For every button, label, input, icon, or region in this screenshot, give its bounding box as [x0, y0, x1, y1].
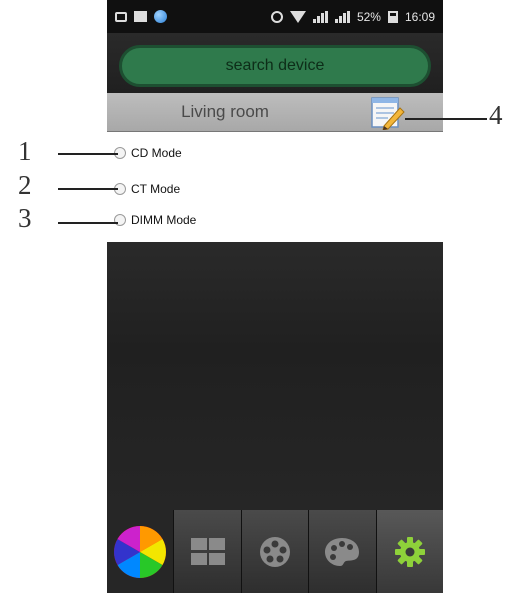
globe-icon	[154, 10, 167, 23]
callout-number: 4	[489, 100, 503, 130]
cd-mode-option[interactable]: CD Mode	[114, 142, 182, 164]
signal-icon	[312, 10, 328, 23]
tab-scenes[interactable]	[240, 510, 309, 593]
mode-label: CT Mode	[131, 182, 181, 196]
palette-icon	[325, 537, 360, 566]
signal-icon	[334, 10, 350, 23]
gear-icon	[394, 536, 425, 567]
callout-line	[58, 222, 118, 224]
callout-line	[405, 118, 487, 120]
alarm-icon	[270, 10, 283, 23]
battery-percent: 52%	[356, 9, 381, 24]
status-bar: 52% 16:09	[107, 0, 443, 33]
battery-icon	[387, 10, 398, 23]
mode-list: CD Mode CT Mode DIMM Mode	[107, 132, 443, 242]
bottom-tab-bar	[107, 510, 443, 593]
film-reel-icon	[260, 536, 291, 567]
wifi-icon	[289, 10, 306, 23]
clock: 16:09	[404, 9, 435, 24]
callout-line	[58, 188, 118, 190]
grid-icon	[190, 537, 225, 565]
content-area	[107, 242, 443, 510]
edit-notepad-icon[interactable]	[370, 96, 406, 130]
callout-line	[58, 153, 118, 155]
phone-screen: 52% 16:09 search device Living room CD M…	[107, 0, 443, 593]
tab-grid[interactable]	[173, 510, 241, 593]
image-icon	[134, 11, 147, 22]
tab-settings[interactable]	[375, 510, 443, 593]
color-wheel-icon	[114, 525, 167, 578]
radio-button[interactable]	[114, 214, 126, 226]
ct-mode-option[interactable]: CT Mode	[114, 178, 180, 200]
callout-number: 2	[18, 170, 32, 200]
search-device-button[interactable]: search device	[119, 45, 431, 87]
callout-number: 1	[18, 136, 32, 166]
mode-label: CD Mode	[131, 146, 182, 160]
room-title: Living room	[181, 102, 269, 121]
dimm-mode-option[interactable]: DIMM Mode	[114, 209, 196, 231]
callout-number: 3	[18, 203, 32, 233]
usb-icon	[115, 11, 127, 22]
tab-palette[interactable]	[308, 510, 376, 593]
mode-label: DIMM Mode	[131, 213, 197, 227]
room-bar: Living room	[107, 93, 443, 132]
tab-color[interactable]	[107, 510, 174, 593]
